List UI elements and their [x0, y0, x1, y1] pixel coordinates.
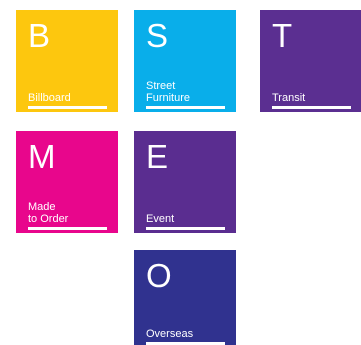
tile-made-to-order[interactable]: M Made to Order — [16, 131, 118, 233]
tile-letter: B — [28, 17, 51, 54]
tile-letter: E — [146, 138, 169, 175]
tile-label: Street Furniture — [146, 80, 191, 104]
tile-underline — [28, 227, 107, 230]
tile-billboard[interactable]: B Billboard — [16, 10, 118, 112]
tile-label: Made to Order — [28, 201, 69, 225]
tile-label: Transit — [272, 92, 306, 104]
tile-label: Event — [146, 213, 175, 225]
tile-underline — [272, 106, 351, 109]
tile-street-furniture[interactable]: S Street Furniture — [134, 10, 236, 112]
tile-underline — [146, 227, 225, 230]
tile-letter: O — [146, 257, 172, 294]
tile-event[interactable]: E Event — [134, 131, 236, 233]
tile-overseas[interactable]: O Overseas — [134, 250, 236, 345]
tile-letter: M — [28, 138, 56, 175]
tile-letter: T — [272, 17, 293, 54]
tile-transit[interactable]: T Transit — [260, 10, 361, 112]
tile-label: Billboard — [28, 92, 71, 104]
tile-underline — [146, 106, 225, 109]
tile-letter: S — [146, 17, 169, 54]
tile-underline — [28, 106, 107, 109]
tile-label: Overseas — [146, 328, 194, 340]
